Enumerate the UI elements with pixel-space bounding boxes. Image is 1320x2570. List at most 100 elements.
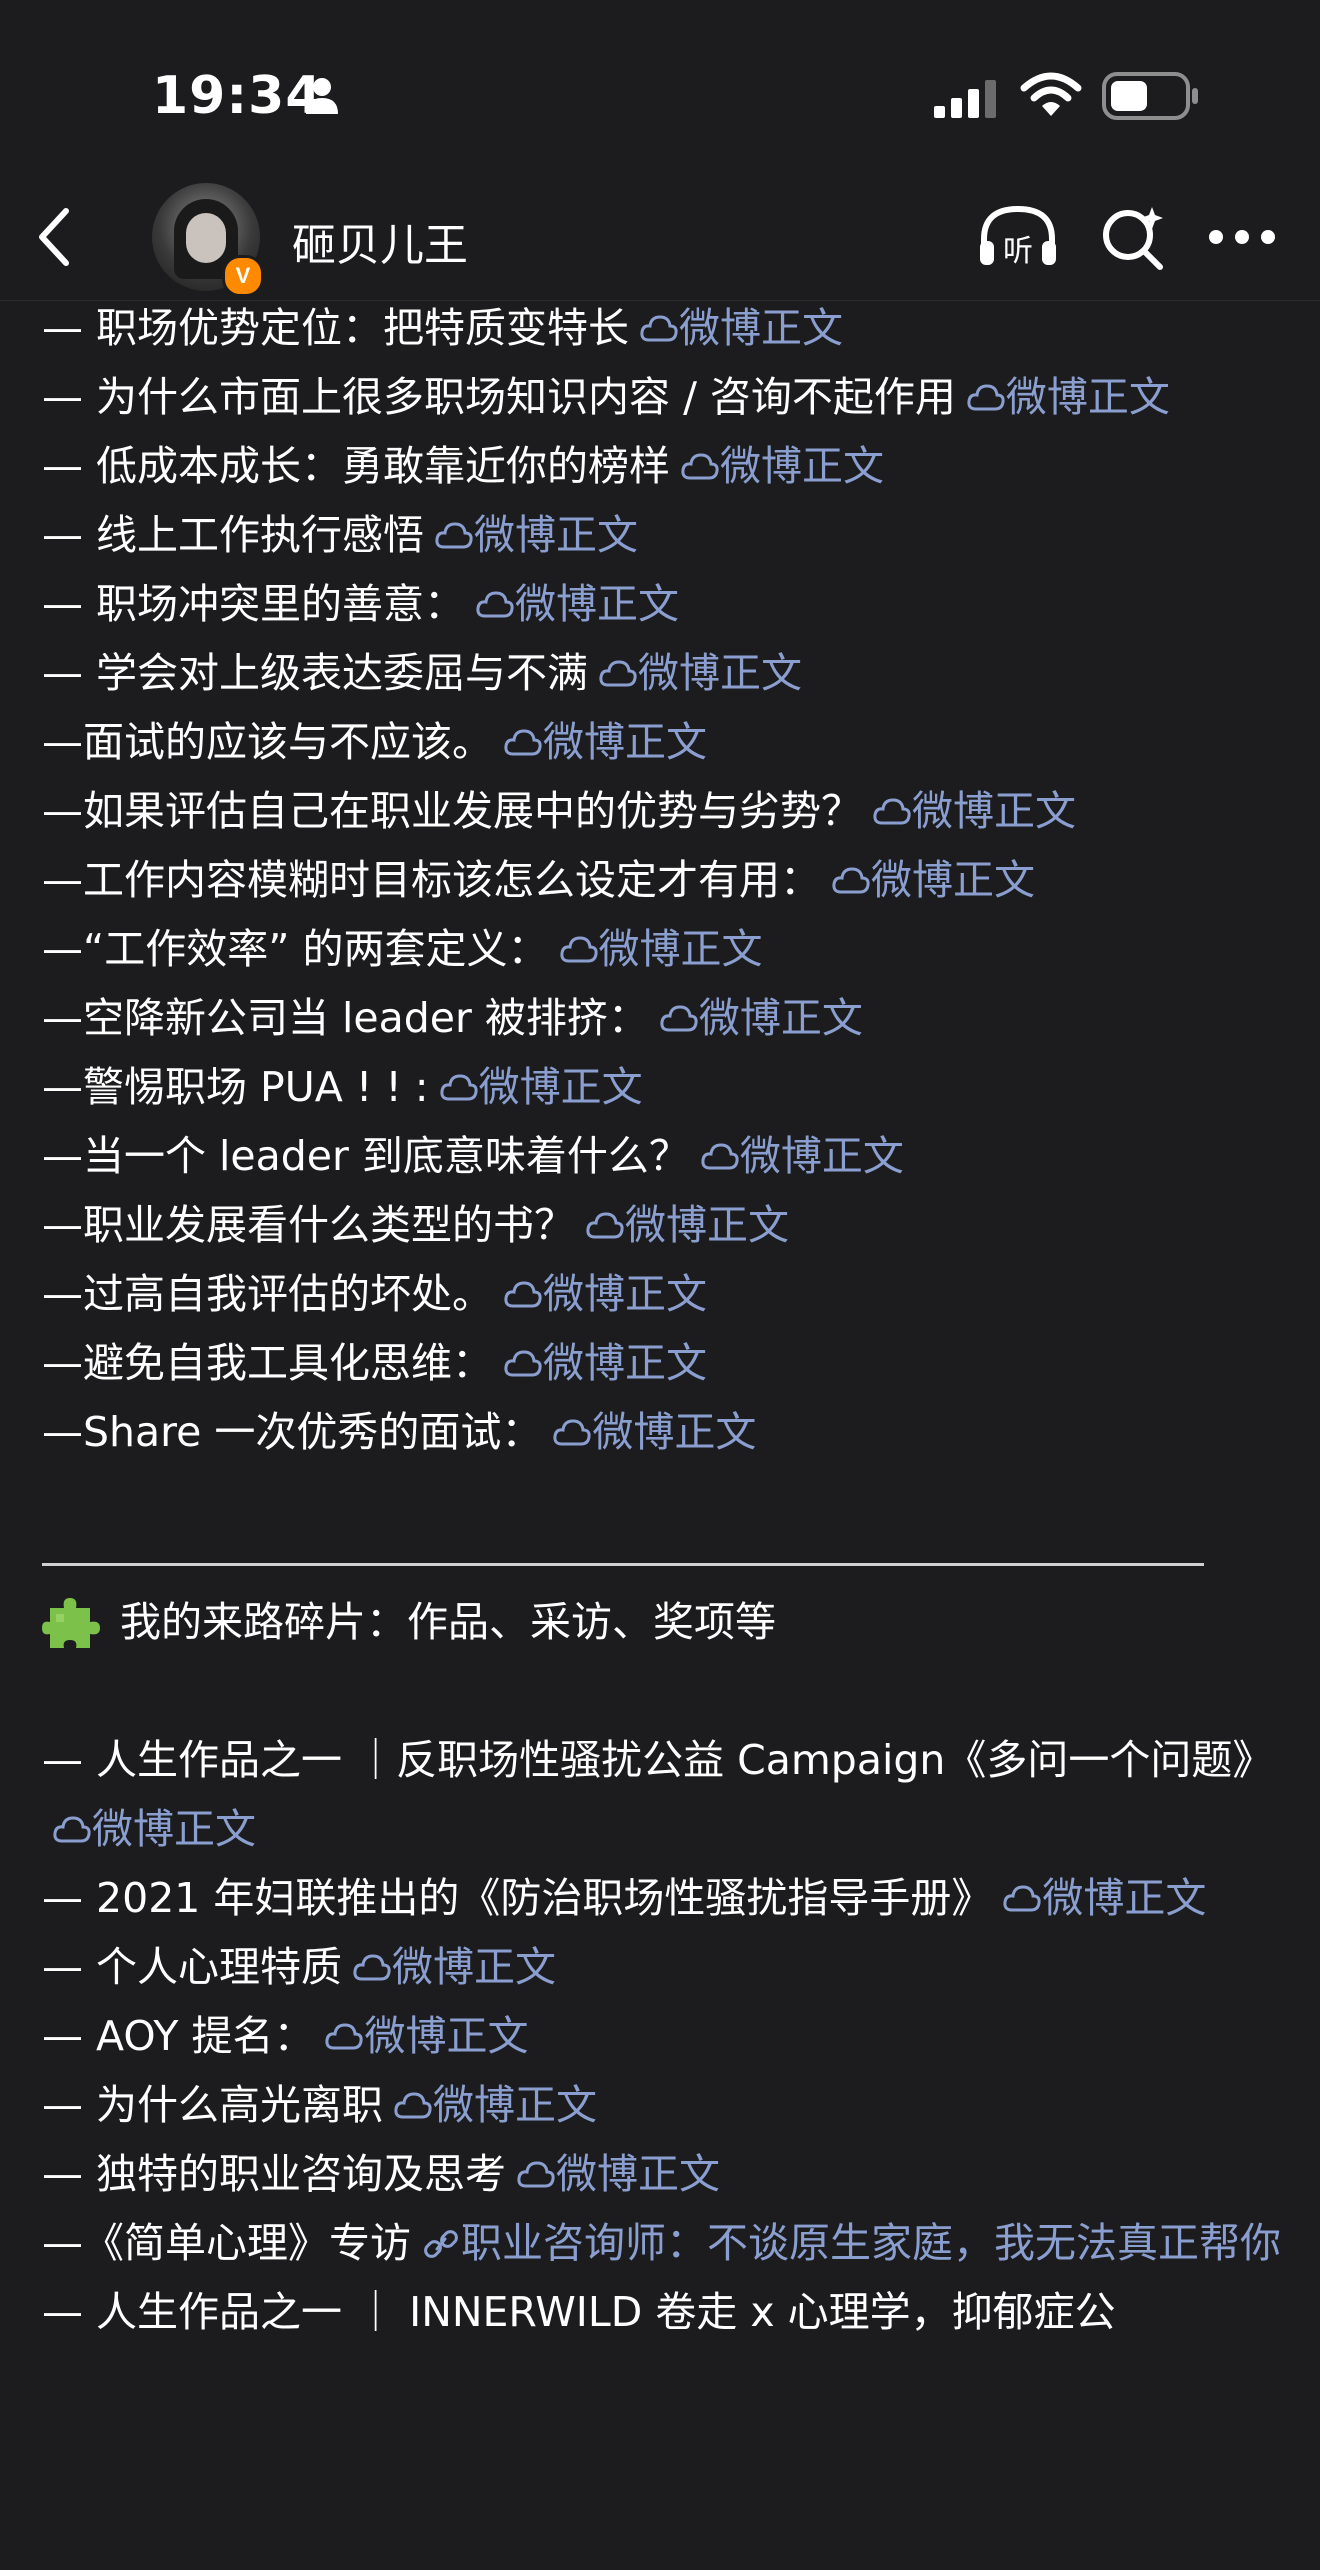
list-item-text: —如果评估自己在职业发展中的优势与劣势？	[42, 787, 862, 835]
weibo-post-link[interactable]: 微博正文	[956, 373, 1170, 421]
weibo-post-link[interactable]: 微博正文	[588, 649, 802, 697]
weibo-post-link[interactable]: 微博正文	[821, 856, 1035, 904]
weibo-post-link[interactable]: 微博正文	[690, 1132, 904, 1180]
list-item: —Share 一次优秀的面试： 微博正文	[42, 1398, 1282, 1467]
back-arrow-icon[interactable]	[32, 205, 76, 269]
list-item: — 为什么市面上很多职场知识内容 / 咨询不起作用 微博正文	[42, 363, 1282, 432]
weibo-post-link[interactable]: 微博正文	[342, 1943, 556, 1991]
link-text: 微博正文	[679, 304, 844, 352]
link-text: 微博正文	[698, 994, 863, 1042]
link-text: 微博正文	[598, 925, 763, 973]
list-item: —空降新公司当 leader 被排挤： 微博正文	[42, 984, 1282, 1053]
weibo-post-link[interactable]: 微博正文	[465, 580, 679, 628]
list-item-text: — 线上工作执行感悟	[42, 511, 425, 559]
list-item-text: — 个人心理特质	[42, 1943, 343, 1991]
weibo-cloud-icon	[435, 522, 473, 549]
battery-icon	[1102, 72, 1198, 120]
article-link[interactable]: 职业咨询师：不谈原生家庭，我无法真正帮你	[411, 2219, 1281, 2267]
list-item-text: —过高自我评估的坏处。	[42, 1270, 493, 1318]
weibo-post-link[interactable]: 微博正文	[575, 1201, 789, 1249]
weibo-post-link[interactable]: 微博正文	[549, 925, 763, 973]
post-body: — 职场优势定位：把特质变特长 微博正文 — 为什么市面上很多职场知识内容 / 咨询…	[42, 300, 1282, 2347]
weibo-post-link[interactable]: 微博正文	[862, 787, 1076, 835]
weibo-post-link[interactable]: 微博正文	[429, 1063, 643, 1111]
list-item-text: —工作内容模糊时目标该怎么设定才有用：	[42, 856, 821, 904]
weibo-cloud-icon	[1003, 1885, 1042, 1912]
link-text: 微博正文	[474, 511, 639, 559]
list-item: — 职场优势定位：把特质变特长 微博正文	[42, 294, 1282, 363]
weibo-post-link[interactable]: 微博正文	[493, 1270, 707, 1318]
listen-headphones-icon[interactable]: 听	[976, 201, 1060, 271]
weibo-post-link[interactable]: 微博正文	[629, 304, 843, 352]
list-item-text: — 2021 年妇联推出的《防治职场性骚扰指导手册》	[42, 1874, 993, 1922]
link-text: 微博正文	[638, 649, 803, 697]
list-item: — 职场冲突里的善意： 微博正文	[42, 570, 1282, 639]
person-icon	[306, 78, 338, 114]
list-item-text: — 学会对上级表达委屈与不满	[42, 649, 589, 697]
weibo-post-link[interactable]: 微博正文	[493, 1339, 707, 1387]
weibo-post-link[interactable]: 微博正文	[506, 2150, 720, 2198]
list-item-text: — 职场冲突里的善意：	[42, 580, 466, 628]
weibo-cloud-icon	[660, 1005, 698, 1032]
list-item: —面试的应该与不应该。 微博正文	[42, 708, 1282, 777]
list-item: — 独特的职业咨询及思考 微博正文	[42, 2140, 1282, 2209]
list-item-text: —《简单心理》专访	[42, 2219, 411, 2267]
wifi-icon	[1020, 72, 1082, 116]
weibo-post-link[interactable]: 微博正文	[314, 2012, 528, 2060]
svg-text:听: 听	[1003, 234, 1033, 269]
verified-badge: V	[222, 255, 264, 297]
weibo-post-link[interactable]: 微博正文	[670, 442, 884, 490]
link-text: 微博正文	[515, 580, 680, 628]
puzzle-piece-icon	[42, 1597, 100, 1648]
link-text: 微博正文	[478, 1063, 643, 1111]
list-item: —职业发展看什么类型的书？ 微博正文	[42, 1191, 1282, 1260]
weibo-cloud-icon	[701, 1143, 739, 1170]
link-text: 微博正文	[543, 718, 707, 766]
avatar[interactable]: V	[152, 183, 264, 297]
link-text: 微博正文	[1042, 1874, 1207, 1922]
weibo-post-link[interactable]: 微博正文	[493, 718, 707, 766]
list-item: — 低成本成长：勇敢靠近你的榜样 微博正文	[42, 432, 1282, 501]
weibo-post-link[interactable]: 微博正文	[424, 511, 638, 559]
list-item: —当一个 leader 到底意味着什么？ 微博正文	[42, 1122, 1282, 1191]
weibo-post-link[interactable]: 微博正文	[42, 1805, 256, 1853]
weibo-cloud-icon	[640, 315, 678, 342]
list-item: — 个人心理特质 微博正文	[42, 1933, 1282, 2002]
list-item: —《简单心理》专访 职业咨询师：不谈原生家庭，我无法真正帮你	[42, 2209, 1282, 2278]
list-item-text: — 独特的职业咨询及思考	[42, 2150, 507, 2198]
weibo-post-link[interactable]: 微博正文	[383, 2081, 597, 2129]
background-works-list: — 人生作品之一 ｜反职场性骚扰公益 Campaign《多问一个问题》微博正文 —…	[42, 1726, 1282, 2347]
list-item: —警惕职场 PUA ! ! : 微博正文	[42, 1053, 1282, 1122]
weibo-cloud-icon	[504, 729, 542, 756]
link-text: 微博正文	[739, 1132, 904, 1180]
weibo-post-link[interactable]: 微博正文	[992, 1874, 1206, 1922]
list-item-text: — 低成本成长：勇敢靠近你的榜样	[42, 442, 671, 490]
weibo-cloud-icon	[586, 1212, 624, 1239]
list-item-text: — AOY 提名：	[42, 2012, 315, 2060]
link-text: 微博正文	[543, 1339, 707, 1387]
weibo-cloud-icon	[504, 1281, 542, 1308]
avatar-face	[186, 213, 226, 263]
username[interactable]: 砸贝儿王	[292, 209, 468, 273]
list-item: —避免自我工具化思维： 微博正文	[42, 1329, 1282, 1398]
weibo-post-link[interactable]: 微博正文	[649, 994, 863, 1042]
list-item: — 2021 年妇联推出的《防治职场性骚扰指导手册》 微博正文	[42, 1864, 1282, 1933]
more-options-icon[interactable]	[1208, 227, 1276, 247]
status-time: 19:34	[152, 66, 323, 126]
search-icon[interactable]	[1098, 203, 1168, 273]
weibo-cloud-icon	[873, 798, 911, 825]
weibo-cloud-icon	[440, 1074, 478, 1101]
section-heading: 我的来路碎片：作品、采访、奖项等	[42, 1588, 1282, 1657]
weibo-cloud-icon	[53, 1816, 91, 1843]
list-item-text: — 人生作品之一 ｜ INNERWILD 卷走 x 心理学，抑郁症公	[42, 2288, 1116, 2336]
list-item: —“工作效率” 的两套定义： 微博正文	[42, 915, 1282, 984]
link-text: 微博正文	[1005, 373, 1170, 421]
weibo-post-link[interactable]: 微博正文	[542, 1408, 756, 1456]
link-text: 微博正文	[625, 1201, 789, 1249]
section-heading-text: 我的来路碎片：作品、采访、奖项等	[120, 1598, 776, 1646]
link-text: 微博正文	[556, 2150, 721, 2198]
career-topics-list: — 职场优势定位：把特质变特长 微博正文 — 为什么市面上很多职场知识内容 / 咨询…	[42, 294, 1282, 1467]
list-item-text: —“工作效率” 的两套定义：	[42, 925, 549, 973]
list-item: —过高自我评估的坏处。 微博正文	[42, 1260, 1282, 1329]
list-item: — AOY 提名： 微博正文	[42, 2002, 1282, 2071]
